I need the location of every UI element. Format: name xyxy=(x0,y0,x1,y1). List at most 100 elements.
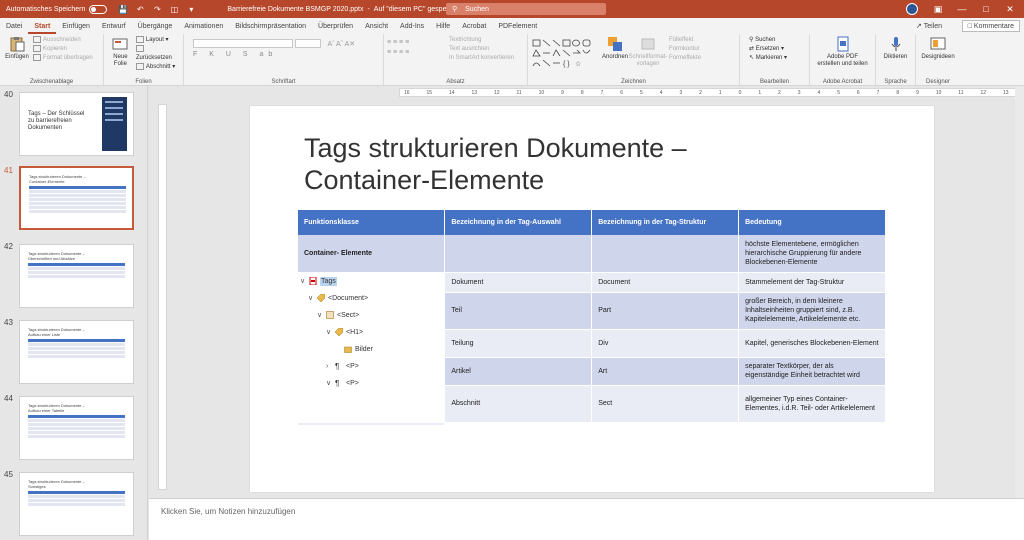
table-cell: Div xyxy=(591,329,740,358)
shapes-gallery-icon[interactable]: { } ☆ xyxy=(531,38,601,70)
shape-outline-button[interactable]: Formkontur xyxy=(669,45,701,54)
quick-styles-button[interactable]: Schnellformat- vorlagen xyxy=(629,36,667,77)
paste-button[interactable]: Einfügen xyxy=(3,36,31,77)
slide-thumbnail-41[interactable]: Tags strukturieren Dokumente – Container… xyxy=(19,166,134,230)
thumb-title: Tags strukturieren Dokumente – Aufbau ei… xyxy=(28,327,85,337)
minimize-icon[interactable]: — xyxy=(950,0,974,18)
paragraph-icon: ¶ xyxy=(335,379,340,388)
tab-entwurf[interactable]: Entwurf xyxy=(96,20,132,34)
design-ideas-button[interactable]: Designideen xyxy=(919,36,957,77)
ruler-tick: 15 xyxy=(426,90,433,96)
thumb-title: Tags strukturieren Dokumente – Container… xyxy=(29,174,86,184)
redo-icon[interactable]: ↷ xyxy=(151,3,163,15)
tab-einfuegen[interactable]: Einfügen xyxy=(56,20,96,34)
undo-icon[interactable]: ↶ xyxy=(134,3,146,15)
customize-icon[interactable]: ▾ xyxy=(185,3,197,15)
ruler-tick: 0 xyxy=(738,90,742,96)
thumb-image xyxy=(102,97,127,151)
maximize-icon[interactable]: □ xyxy=(974,0,998,18)
content-table[interactable]: Funktionsklasse Bezeichnung in der Tag-A… xyxy=(298,210,886,426)
font-grow-icon[interactable]: Aˆ Aˇ A✕ xyxy=(327,41,355,48)
smartart-button[interactable]: In SmartArt konvertieren xyxy=(449,54,514,63)
tab-acrobat[interactable]: Acrobat xyxy=(456,20,492,34)
autosave-toggle[interactable] xyxy=(89,4,108,14)
thumb-number: 40 xyxy=(4,90,13,99)
save-icon[interactable]: 💾 xyxy=(117,3,129,15)
layout-button[interactable]: Layout ▾ xyxy=(135,36,180,45)
tab-bildschirmpraesentation[interactable]: Bildschirmpräsentation xyxy=(229,20,312,34)
tab-animationen[interactable]: Animationen xyxy=(178,20,229,34)
select-button[interactable]: ↖ Markieren ▾ xyxy=(749,54,787,63)
table-cell: Kapitel, generisches Blockebenen-Element xyxy=(738,329,886,358)
reset-button[interactable]: Zurücksetzen xyxy=(135,45,180,63)
notes-pane[interactable]: Klicken Sie, um Notizen hinzuzufügen xyxy=(149,498,1024,540)
slide-thumbnail-42[interactable]: Tags strukturieren Dokumente – Überschri… xyxy=(19,244,134,308)
thumb-number: 45 xyxy=(4,470,13,479)
user-avatar[interactable] xyxy=(906,3,918,15)
tree-node: <H1> xyxy=(346,328,364,336)
section-icon xyxy=(135,63,144,71)
tab-uebergaenge[interactable]: Übergänge xyxy=(132,20,179,34)
slide-thumbnail-45[interactable]: Tags strukturieren Dokumente – Sonstiges xyxy=(19,472,134,536)
format-painter-button[interactable]: Format übertragen xyxy=(33,54,93,63)
group-drawing: { } ☆ Anordnen Schnellformat- vorlagen Fü… xyxy=(528,34,740,86)
slide-thumbnail-40[interactable]: Tags – Der Schlüssel zu barrierefreien D… xyxy=(19,92,134,156)
tab-ansicht[interactable]: Ansicht xyxy=(359,20,394,34)
ruler-tick: 2 xyxy=(778,90,781,96)
ruler-tick: 8 xyxy=(896,90,900,96)
layout-label: Layout xyxy=(145,37,164,44)
ribbon-options-icon[interactable]: ▣ xyxy=(926,0,950,18)
ruler-tick: 1 xyxy=(718,90,722,96)
ruler-tick: 4 xyxy=(817,90,821,96)
group-editing: ⚲ Suchen ⇄ Ersetzen ▾ ↖ Markieren ▾ Bear… xyxy=(740,34,810,86)
table-cell: großer Bereich, in dem kleinere Inhaltse… xyxy=(738,292,886,330)
ruler-tick: 11 xyxy=(958,90,964,96)
ruler-tick: 9 xyxy=(561,90,564,96)
tab-addins[interactable]: Add-Ins xyxy=(394,20,430,34)
table-cell: Document xyxy=(591,272,740,293)
comments-button[interactable]: □ Kommentare xyxy=(961,20,1020,32)
vertical-scrollbar[interactable] xyxy=(1015,86,1024,498)
table-cell: separater Textkörper, der als eigenständ… xyxy=(738,357,886,386)
autosave[interactable]: Automatisches Speichern xyxy=(6,4,108,14)
tab-pdfelement[interactable]: PDFelement xyxy=(492,20,543,34)
arrange-button[interactable]: Anordnen xyxy=(601,36,629,77)
font-format-buttons[interactable]: F K U S ab xyxy=(193,51,380,58)
copy-button[interactable]: Kopieren xyxy=(33,45,93,54)
section-button[interactable]: Abschnitt ▾ xyxy=(135,63,180,72)
pdf-icon xyxy=(309,277,317,285)
new-slide-button[interactable]: Neue Folie xyxy=(107,36,134,77)
horizontal-ruler[interactable]: 16 15 14 13 12 11 10 9 8 7 6 5 4 3 2 1 0 1 2 3 4 5 6 7 8 9 10 11 12 1… xyxy=(399,88,1024,97)
adobe-pdf-button[interactable]: Adobe PDF erstellen und teilen xyxy=(813,36,872,77)
ruler-tick: 4 xyxy=(659,90,663,96)
dictate-button[interactable]: Diktieren xyxy=(879,36,912,77)
vertical-ruler[interactable] xyxy=(158,104,167,490)
tag-tree-image: ∨ Tags ∨ <Document> ∨ <Sect> ∨ <H1> Bild… xyxy=(298,272,446,423)
share-button[interactable]: ↗ Teilen xyxy=(912,20,946,32)
align-text-button[interactable]: Text ausrichten xyxy=(449,45,514,54)
tab-hilfe[interactable]: Hilfe xyxy=(430,20,456,34)
paragraph-buttons[interactable]: ≡ ≡ ≡ ≡ ≡ ≡ ≡ ≡ xyxy=(387,38,447,77)
font-size-select[interactable] xyxy=(295,39,322,49)
cut-button[interactable]: Ausschneiden xyxy=(33,36,93,45)
group-label-drawing: Zeichnen xyxy=(621,79,646,85)
find-button[interactable]: ⚲ Suchen xyxy=(749,36,787,45)
shape-effects-button[interactable]: Formeffekte xyxy=(669,54,701,63)
slide-thumbnail-43[interactable]: Tags strukturieren Dokumente – Aufbau ei… xyxy=(19,320,134,384)
replace-button[interactable]: ⇄ Ersetzen ▾ xyxy=(749,45,787,54)
search-box[interactable]: ⚲ Suchen xyxy=(446,3,606,15)
slide-thumbnail-44[interactable]: Tags strukturieren Dokumente – Aufbau ei… xyxy=(19,396,134,460)
tab-datei[interactable]: Datei xyxy=(0,20,28,34)
ruler-tick: 1 xyxy=(758,90,762,96)
ruler-tick: 5 xyxy=(640,90,643,96)
shape-fill-button[interactable]: Fülleffekt xyxy=(669,36,701,45)
close-icon[interactable]: ✕ xyxy=(998,0,1022,18)
font-family-select[interactable] xyxy=(193,39,293,49)
slide-title[interactable]: Tags strukturieren Dokumente – Container… xyxy=(304,132,804,196)
present-icon[interactable]: ◫ xyxy=(168,3,180,15)
slide-canvas[interactable]: Tags strukturieren Dokumente – Container… xyxy=(250,106,934,492)
comments-label: Kommentare xyxy=(973,22,1014,30)
tab-ueberpruefen[interactable]: Überprüfen xyxy=(312,20,359,34)
tab-start[interactable]: Start xyxy=(28,20,57,34)
text-direction-button[interactable]: Textrichtung xyxy=(449,36,514,45)
